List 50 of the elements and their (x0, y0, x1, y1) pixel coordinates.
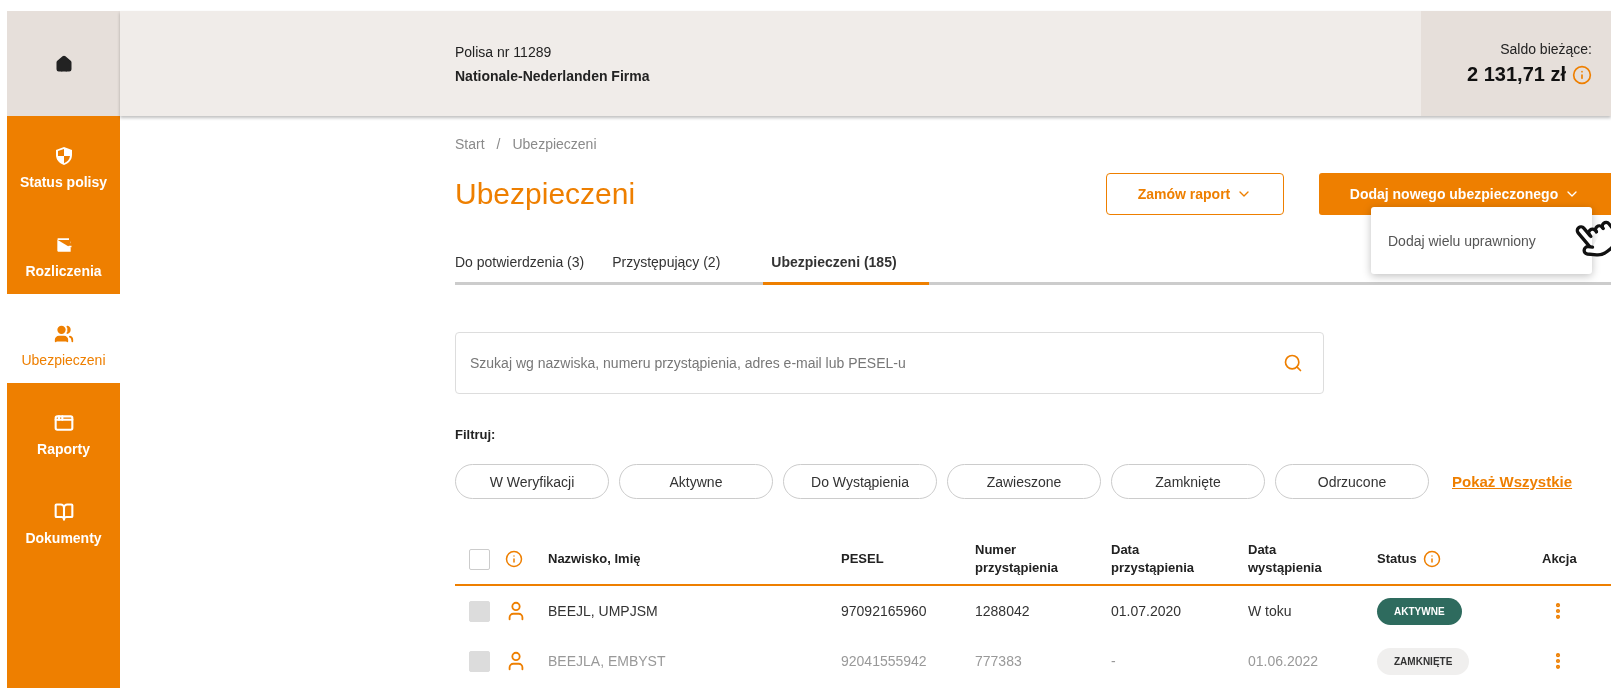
column-header: Data przystąpienia (1111, 541, 1196, 577)
tab[interactable]: Przystępujący (2) (612, 254, 741, 285)
table-cell: 92041555942 (841, 653, 927, 669)
table-cell: BEEJL, UMPJSM (548, 603, 658, 619)
column-header: Data wystąpienia (1248, 541, 1323, 577)
checkbox[interactable] (469, 548, 490, 570)
breadcrumb-separator: / (496, 136, 501, 152)
page-title: Ubezpieczeni (455, 177, 637, 211)
breadcrumb-link[interactable]: Start (455, 136, 485, 152)
tab[interactable]: Ubezpieczeni (185) (763, 254, 929, 285)
filter-chip[interactable]: Aktywne (619, 464, 773, 499)
book-icon (53, 501, 74, 522)
filter-chip[interactable]: Odrzucone (1275, 464, 1429, 499)
info-icon[interactable] (1422, 550, 1441, 568)
column-header: PESEL (841, 550, 884, 568)
table-cell: 1288042 (975, 603, 1030, 619)
balance-value: 2 131,71 zł (1467, 63, 1566, 86)
home-icon (54, 54, 73, 73)
people-icon (53, 323, 74, 344)
tab[interactable]: Do potwierdzenia (3) (455, 254, 605, 285)
window-icon (53, 412, 74, 433)
filter-label: Filtruj: (455, 427, 497, 442)
table-cell: - (1111, 653, 1116, 669)
menu-item[interactable]: Dodaj wielu uprawniony (1388, 232, 1536, 249)
info-icon[interactable] (505, 550, 523, 568)
table-cell: 97092165960 (841, 603, 927, 619)
table-cell: 777383 (975, 653, 1022, 669)
policy-number: Polisa nr 11289 (455, 43, 553, 60)
table-cell: 01.07.2020 (1111, 603, 1182, 619)
breadcrumb-link[interactable]: Ubezpieczeni (512, 136, 597, 152)
filter-chip[interactable]: Do Wystąpienia (783, 464, 937, 499)
filter-chip[interactable]: Zawieszone (947, 464, 1101, 499)
filter-chip[interactable]: W Weryfikacji (455, 464, 609, 499)
table-cell: BEEJLA, EMBYST (548, 653, 666, 669)
status-badge: AKTYWNE (1377, 597, 1462, 625)
column-header: Numer przystąpienia (975, 541, 1060, 577)
search-icon[interactable] (1283, 353, 1303, 373)
column-header: Status (1377, 550, 1417, 568)
column-header: Nazwisko, Imię (548, 550, 641, 568)
status-badge: ZAMKNIĘTE (1377, 647, 1470, 675)
company-name: Nationale-Nederlanden Firma (455, 67, 651, 84)
table-cell: 01.06.2022 (1248, 653, 1319, 669)
checkbox[interactable] (469, 600, 490, 622)
balance-label: Saldo bieżące: (1500, 41, 1592, 57)
info-icon[interactable] (1572, 64, 1592, 85)
search-field[interactable]: Szukaj wg nazwiska, numeru przystąpienia, adres e-mail lub PESEL-u (455, 332, 1324, 394)
filter-chip[interactable]: Zamknięte (1111, 464, 1265, 499)
column-header: Akcja (1542, 550, 1577, 568)
shield-icon (54, 145, 73, 166)
table-cell: W toku (1248, 603, 1292, 619)
